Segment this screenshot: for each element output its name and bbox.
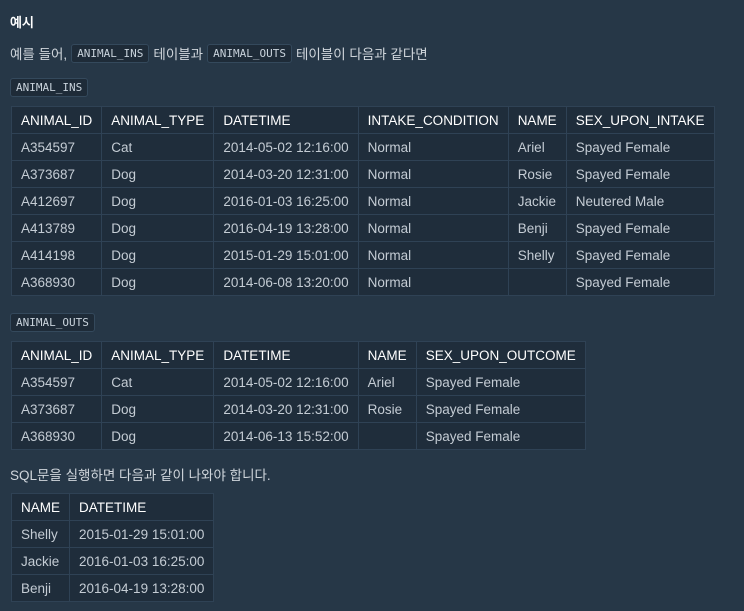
table-cell: Normal [357, 133, 509, 161]
table-cell: 2015-01-29 15:01:00 [213, 241, 359, 269]
table-cell: A413789 [10, 214, 103, 242]
table-row: A413789 Dog 2016-04-19 13:28:00 Normal Benji… [10, 214, 715, 242]
table-cell: Cat [101, 368, 215, 396]
table-header-row: ANIMAL_ID ANIMAL_TYPE DATETIME NAME SEX_UPON… [10, 341, 586, 369]
intro-code-animal-ins: ANIMAL_INS [71, 43, 150, 63]
table-cell: Cat [101, 133, 215, 161]
table-row: Shelly 2015-01-29 15:01:00 [10, 520, 215, 548]
table-header-row: ANIMAL_ID ANIMAL_TYPE DATETIME INTAKE_CONDI… [10, 106, 715, 134]
result-table: NAME DATETIME Shelly 2015-01-29 15:01:00 Ja… [10, 493, 215, 602]
table-cell: 2014-05-02 12:16:00 [213, 368, 359, 396]
table-cell: Ariel [507, 133, 567, 161]
column-header: ANIMAL_TYPE [101, 341, 215, 369]
table-cell: 2014-06-13 15:52:00 [213, 422, 359, 450]
table-cell: Dog [101, 160, 215, 188]
table-cell: Normal [357, 268, 509, 296]
table-row: A373687 Dog 2014-03-20 12:31:00 Normal Rosie… [10, 160, 715, 188]
table-cell: 2016-01-03 16:25:00 [69, 547, 215, 575]
table-cell: Benji [10, 574, 71, 602]
column-header: DATETIME [69, 493, 215, 521]
table-cell: Dog [101, 187, 215, 215]
intro-prefix: 예를 들어, [10, 47, 68, 62]
column-header: ANIMAL_ID [10, 341, 103, 369]
table-cell: Shelly [507, 241, 567, 269]
table-cell: Dog [101, 214, 215, 242]
column-header: INTAKE_CONDITION [357, 106, 509, 134]
table-cell: A368930 [10, 422, 103, 450]
table-cell: Normal [357, 214, 509, 242]
table-row: A368930 Dog 2014-06-08 13:20:00 Normal Spaye… [10, 268, 715, 296]
column-header: NAME [357, 341, 417, 369]
intro-code-animal-outs: ANIMAL_OUTS [207, 43, 292, 63]
table-cell: 2014-05-02 12:16:00 [213, 133, 359, 161]
table-cell: A354597 [10, 133, 103, 161]
table-header-row: NAME DATETIME [10, 493, 215, 521]
column-header: SEX_UPON_INTAKE [565, 106, 715, 134]
table-cell: Spayed Female [415, 395, 586, 423]
table-row: Jackie 2016-01-03 16:25:00 [10, 547, 215, 575]
table-cell: Spayed Female [565, 160, 715, 188]
table-cell: 2014-06-08 13:20:00 [213, 268, 359, 296]
animal-ins-label: ANIMAL_INS [10, 78, 89, 97]
table-cell: Benji [507, 214, 567, 242]
table-row: A373687 Dog 2014-03-20 12:31:00 Rosie Spayed… [10, 395, 586, 423]
table-cell: A354597 [10, 368, 103, 396]
column-header: DATETIME [213, 106, 359, 134]
table-cell: Shelly [10, 520, 71, 548]
table-cell: Spayed Female [565, 133, 715, 161]
table-cell: A373687 [10, 395, 103, 423]
table-cell: Rosie [507, 160, 567, 188]
table-cell: 2014-03-20 12:31:00 [213, 395, 359, 423]
column-header: DATETIME [213, 341, 359, 369]
table-row: Benji 2016-04-19 13:28:00 [10, 574, 215, 602]
table-cell [357, 422, 417, 450]
table-cell: Rosie [357, 395, 417, 423]
table-cell [507, 268, 567, 296]
column-header: NAME [507, 106, 567, 134]
table-row: A368930 Dog 2014-06-13 15:52:00 Spayed Fema… [10, 422, 586, 450]
column-header: ANIMAL_ID [10, 106, 103, 134]
table-cell: Ariel [357, 368, 417, 396]
table-cell: Normal [357, 160, 509, 188]
table-cell: Neutered Male [565, 187, 715, 215]
table-cell: 2016-04-19 13:28:00 [69, 574, 215, 602]
column-header: SEX_UPON_OUTCOME [415, 341, 586, 369]
table-cell: Dog [101, 241, 215, 269]
table-cell: Dog [101, 422, 215, 450]
intro-sentence: 예를 들어, ANIMAL_INS 테이블과 ANIMAL_OUTS 테이블이 … [10, 43, 428, 63]
table-cell: 2016-01-03 16:25:00 [213, 187, 359, 215]
column-header: ANIMAL_TYPE [101, 106, 215, 134]
table-cell: A412697 [10, 187, 103, 215]
intro-middle: 테이블과 [153, 47, 204, 62]
table-cell: Jackie [507, 187, 567, 215]
table-cell: 2016-04-19 13:28:00 [213, 214, 359, 242]
table-row: A354597 Cat 2014-05-02 12:16:00 Normal Ariel… [10, 133, 715, 161]
table-row: A414198 Dog 2015-01-29 15:01:00 Normal Shell… [10, 241, 715, 269]
table-cell: Spayed Female [565, 214, 715, 242]
table-cell: Normal [357, 241, 509, 269]
table-cell: Jackie [10, 547, 71, 575]
table-row: A412697 Dog 2016-01-03 16:25:00 Normal Jacki… [10, 187, 715, 215]
animal-outs-label: ANIMAL_OUTS [10, 313, 95, 332]
table-cell: Spayed Female [415, 422, 586, 450]
table-cell: A414198 [10, 241, 103, 269]
table-cell: Spayed Female [415, 368, 586, 396]
result-description: SQL문을 실행하면 다음과 같이 나와야 합니다. [10, 468, 271, 483]
table-cell: Dog [101, 268, 215, 296]
table-cell: A368930 [10, 268, 103, 296]
table-cell: 2015-01-29 15:01:00 [69, 520, 215, 548]
animal-outs-table: ANIMAL_ID ANIMAL_TYPE DATETIME NAME SEX_UPON… [10, 341, 586, 450]
table-cell: 2014-03-20 12:31:00 [213, 160, 359, 188]
intro-suffix: 테이블이 다음과 같다면 [295, 47, 428, 62]
column-header: NAME [10, 493, 71, 521]
table-row: A354597 Cat 2014-05-02 12:16:00 Ariel Spayed… [10, 368, 586, 396]
table-cell: Spayed Female [565, 241, 715, 269]
animal-ins-table: ANIMAL_ID ANIMAL_TYPE DATETIME INTAKE_CONDI… [10, 106, 715, 296]
table-cell: Dog [101, 395, 215, 423]
table-cell: A373687 [10, 160, 103, 188]
section-heading: 예시 [10, 15, 34, 30]
table-cell: Normal [357, 187, 509, 215]
table-cell: Spayed Female [565, 268, 715, 296]
